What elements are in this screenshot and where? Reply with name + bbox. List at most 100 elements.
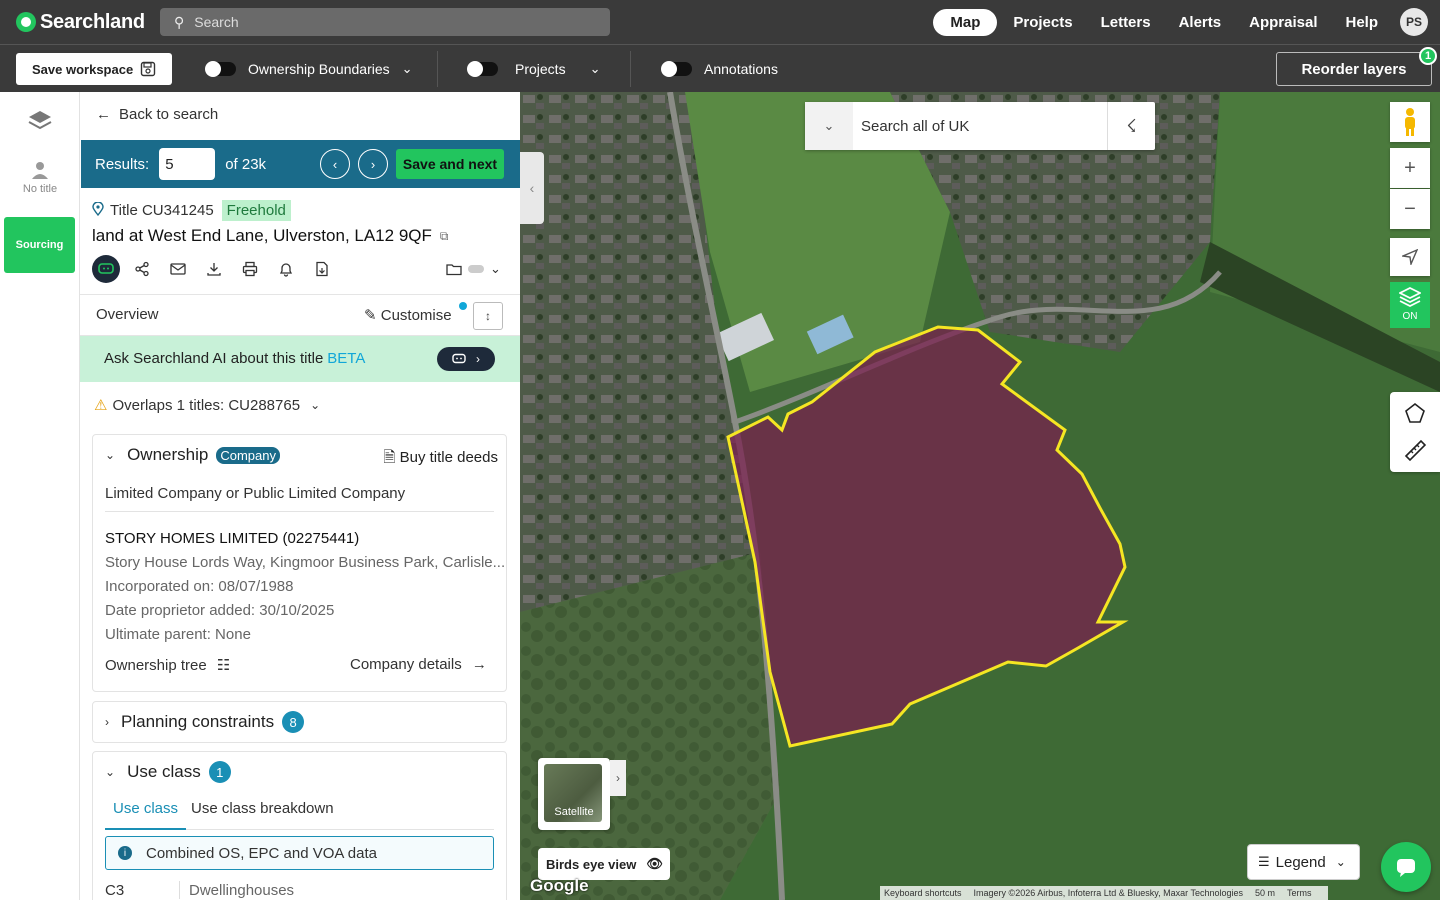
satellite-layer-button[interactable]: Satellite — [538, 758, 610, 830]
street-view-walker-icon[interactable]: ☇ — [1107, 102, 1155, 150]
ownership-tree-link[interactable]: Ownership tree ☷ — [105, 656, 230, 674]
chevron-down-icon: ⌄ — [1335, 855, 1346, 869]
ruler-icon[interactable] — [1403, 438, 1427, 462]
planning-constraints-heading: Planning constraints — [121, 712, 275, 731]
customise-button[interactable]: ✎ Customise — [364, 306, 452, 324]
print-icon[interactable] — [236, 255, 264, 283]
locate-me-button[interactable] — [1390, 238, 1430, 276]
keyboard-shortcuts-link[interactable]: Keyboard shortcuts — [884, 888, 962, 898]
use-class-header[interactable]: ⌄ Use class 1 — [105, 761, 231, 783]
use-class-card: ⌄ Use class 1 Use class Use class breakd… — [92, 751, 507, 900]
annotations-toggle[interactable]: Annotations — [661, 53, 778, 85]
copy-icon[interactable]: ⧉ — [440, 229, 449, 244]
layers-on-label: ON — [1402, 311, 1418, 322]
location-pin-icon — [92, 200, 104, 220]
nav-help[interactable]: Help — [1345, 14, 1378, 31]
toggle-switch[interactable] — [467, 61, 498, 77]
add-to-folder-dropdown[interactable]: ⌄ — [446, 261, 501, 277]
ownership-card: ⌄ Ownership Company 🗎 Buy title deeds Li… — [92, 434, 507, 692]
toggle-switch[interactable] — [661, 61, 692, 77]
zoom-out-button[interactable]: − — [1390, 189, 1430, 229]
company-address: Story House Lords Way, Kingmoor Business… — [105, 554, 506, 571]
save-workspace-button[interactable]: Save workspace — [16, 53, 172, 85]
polygon-icon[interactable] — [1404, 402, 1426, 424]
collapse-all-button[interactable]: ↕ — [473, 302, 503, 330]
chevron-down-icon[interactable]: ⌄ — [402, 61, 413, 77]
use-class-tabs: Use class Use class breakdown — [105, 800, 494, 830]
title-number-row: Title CU341245 Freehold — [92, 200, 291, 221]
projects-toggle[interactable]: Projects ⌄ — [467, 53, 601, 85]
collapse-panel-button[interactable]: ‹ — [520, 152, 544, 224]
nav-map[interactable]: Map — [933, 8, 998, 36]
save-icon — [140, 61, 156, 77]
left-rail: No title Sourcing — [0, 92, 80, 900]
buy-title-deeds-label: Buy title deeds — [399, 449, 498, 466]
toggle-switch[interactable] — [205, 61, 236, 77]
search-placeholder: Search — [194, 14, 239, 30]
nav-appraisal[interactable]: Appraisal — [1249, 14, 1317, 31]
title-number: Title CU341245 — [110, 202, 214, 219]
folder-status-pill — [468, 265, 484, 273]
back-label: Back to search — [119, 106, 219, 123]
next-result-button[interactable]: › — [358, 149, 388, 179]
chevron-down-icon[interactable]: ⌄ — [590, 61, 601, 77]
document-icon[interactable] — [308, 255, 336, 283]
layers-rail-button[interactable] — [0, 108, 80, 137]
mail-icon[interactable] — [164, 255, 192, 283]
ask-ai-button[interactable]: › — [437, 347, 495, 371]
ai-chat-icon[interactable] — [92, 255, 120, 283]
satellite-label: Satellite — [554, 806, 594, 818]
user-avatar[interactable]: PS — [1400, 8, 1428, 36]
support-chat-button[interactable] — [1381, 842, 1431, 892]
map-search-input[interactable]: Search all of UK — [861, 118, 1107, 135]
sourcing-rail-button[interactable]: Sourcing — [4, 217, 75, 273]
tab-use-class[interactable]: Use class — [105, 800, 187, 830]
map-search-box[interactable]: ⌄ Search all of UK ☇ — [805, 102, 1155, 150]
company-name: STORY HOMES LIMITED (02275441) — [105, 530, 360, 547]
searchland-logo[interactable]: Searchland — [16, 11, 145, 34]
share-icon[interactable] — [128, 255, 156, 283]
company-details-link[interactable]: Company details → — [350, 656, 487, 673]
download-icon[interactable] — [200, 255, 228, 283]
layers-toggle-button[interactable]: ON — [1390, 282, 1430, 328]
data-source-info: i Combined OS, EPC and VOA data — [105, 836, 494, 870]
imagery-credit: Imagery ©2026 Airbus, Infoterra Ltd & Bl… — [973, 888, 1243, 898]
legend-button[interactable]: ☰ Legend ⌄ — [1247, 844, 1360, 880]
back-to-search-link[interactable]: ← Back to search — [96, 106, 218, 123]
zoom-in-button[interactable]: + — [1390, 148, 1430, 188]
buy-title-deeds-button[interactable]: 🗎 Buy title deeds — [383, 447, 498, 472]
planning-constraints-card[interactable]: › Planning constraints 8 — [92, 701, 507, 743]
company-tag: Company — [216, 446, 280, 464]
overlaps-dropdown[interactable]: ⚠ Overlaps 1 titles: CU288765 ⌄ — [94, 396, 320, 415]
pegman-button[interactable] — [1390, 102, 1430, 142]
logo-text: Searchland — [40, 10, 145, 33]
pencil-icon: ✎ — [364, 307, 377, 324]
no-title-rail-button[interactable]: No title — [0, 160, 80, 195]
ask-ai-banner[interactable]: Ask Searchland AI about this title BETA › — [80, 336, 520, 382]
save-and-next-button[interactable]: Save and next — [396, 149, 504, 179]
satellite-map[interactable]: ‹ ⌄ Search all of UK ☇ + − ON Satellite … — [520, 92, 1440, 900]
ultimate-parent: Ultimate parent: None — [105, 626, 251, 643]
bell-icon[interactable] — [272, 255, 300, 283]
logo-icon — [16, 12, 36, 32]
nav-alerts[interactable]: Alerts — [1179, 14, 1222, 31]
global-search-input[interactable]: ⚲ Search — [160, 8, 610, 36]
nav-projects[interactable]: Projects — [1013, 14, 1072, 31]
reorder-layers-button[interactable]: Reorder layers 1 — [1276, 47, 1437, 86]
owner-type: Limited Company or Public Limited Compan… — [105, 485, 406, 502]
pegman-icon — [1405, 108, 1415, 136]
ownership-header[interactable]: ⌄ Ownership Company — [105, 445, 280, 465]
results-label: Results: — [95, 155, 150, 173]
terms-link[interactable]: Terms — [1287, 888, 1312, 898]
previous-result-button[interactable]: ‹ — [320, 149, 350, 179]
results-index-input[interactable]: 5 — [159, 148, 216, 180]
planning-constraints-header[interactable]: › Planning constraints 8 — [105, 711, 305, 733]
chevron-down-icon[interactable]: ⌄ — [805, 102, 853, 150]
count-badge: 1 — [208, 761, 231, 783]
more-basemaps-button[interactable]: › — [610, 760, 626, 796]
nav-letters[interactable]: Letters — [1101, 14, 1151, 31]
ownership-boundaries-toggle[interactable]: Ownership Boundaries ⌄ — [205, 53, 413, 85]
divider — [630, 51, 631, 87]
tab-use-class-breakdown[interactable]: Use class breakdown — [183, 800, 342, 830]
no-title-label: No title — [22, 183, 58, 195]
